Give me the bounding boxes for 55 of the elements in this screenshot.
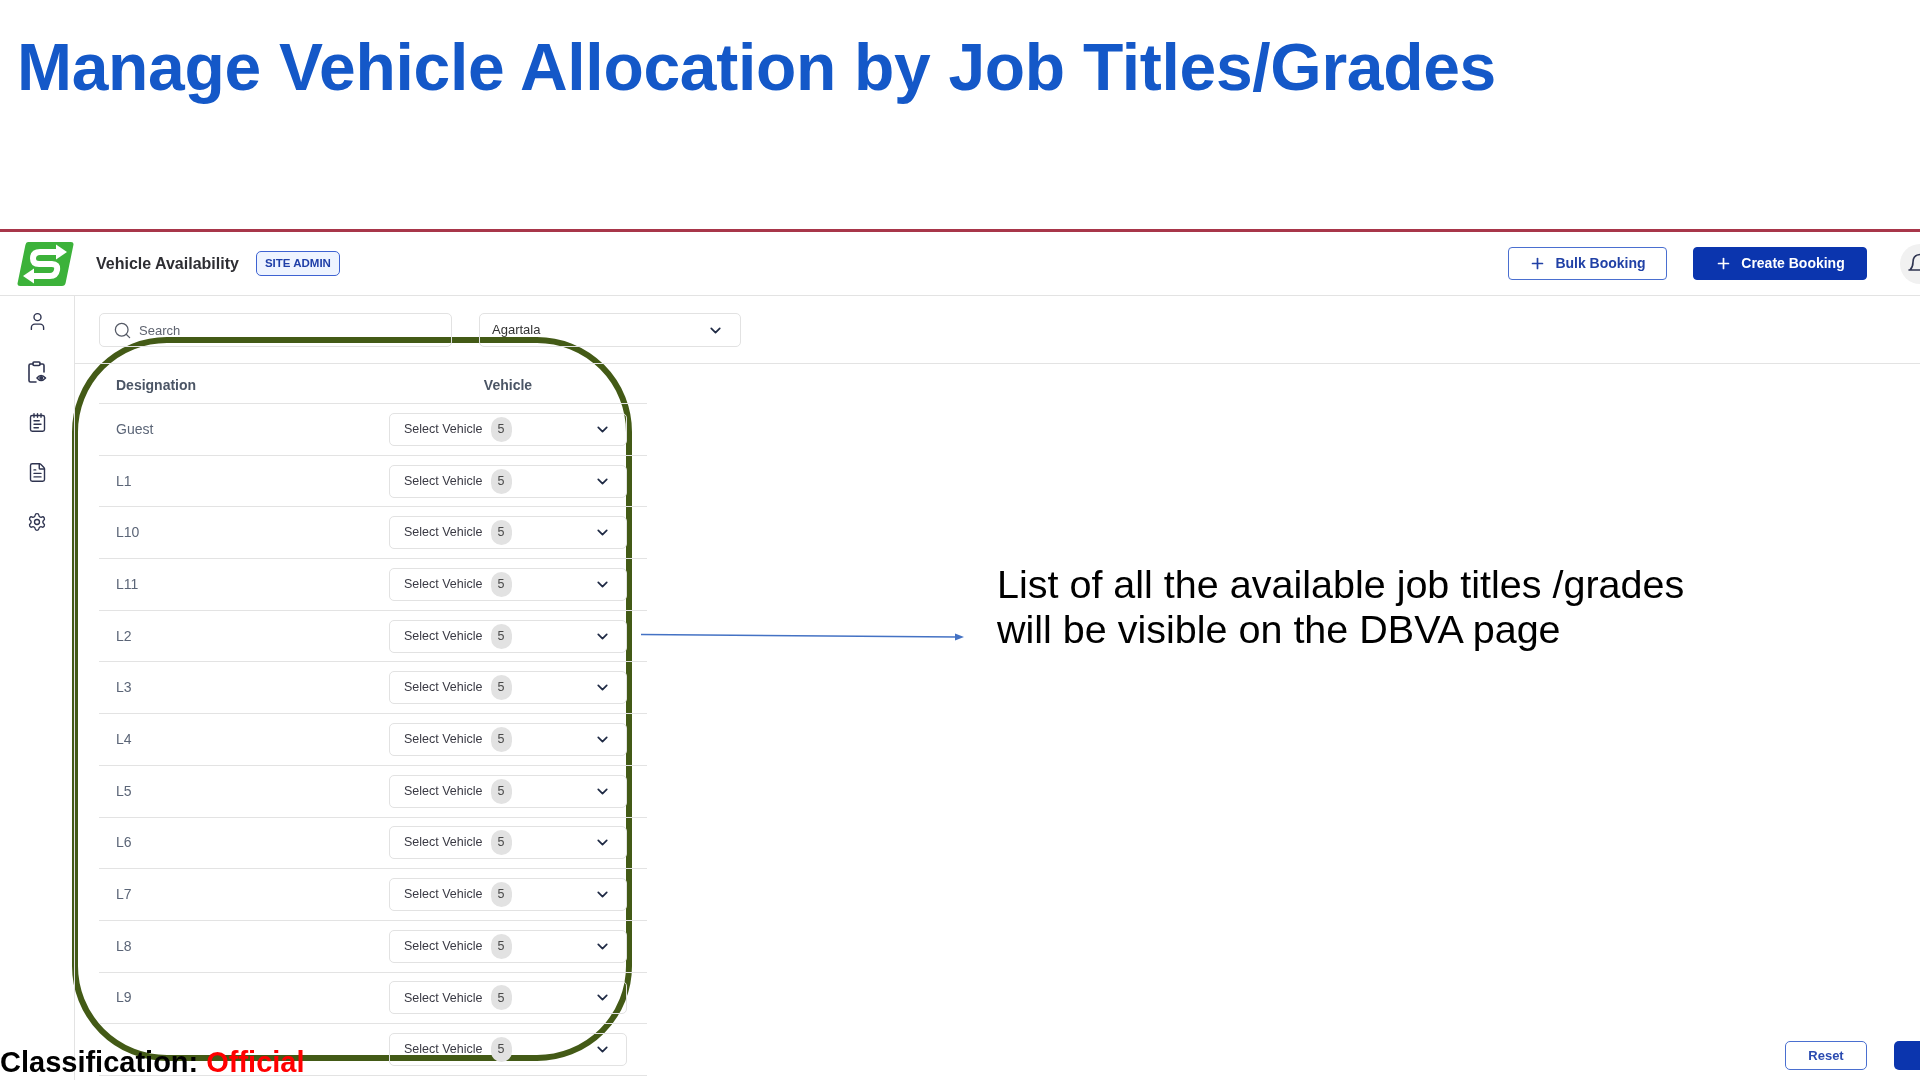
search-icon	[113, 321, 132, 340]
vehicle-select[interactable]: Select Vehicle 5	[389, 878, 627, 912]
count-badge: 5	[490, 882, 512, 908]
count-badge: 5	[490, 623, 512, 649]
designation-cell-text: L7	[115, 885, 132, 905]
page-title: Vehicle Availability	[96, 253, 239, 274]
designation-cell-text: L3	[115, 678, 132, 698]
count-badge: 5	[490, 416, 512, 442]
vehicle-select[interactable]: Select Vehicle 5	[389, 722, 627, 756]
search-field[interactable]: Search	[99, 313, 452, 347]
designation-cell-text: L5	[115, 781, 132, 801]
location-dropdown[interactable]: Agartala	[479, 313, 741, 347]
vehicle-select[interactable]: Select Vehicle 5	[389, 981, 627, 1015]
designation-cell-text: Guest	[115, 419, 154, 439]
clipboard-eye-icon[interactable]	[27, 361, 47, 383]
role-badge: SITE ADMIN	[255, 251, 340, 276]
count-badge: 5	[490, 468, 512, 494]
primary-action-button[interactable]: Create Booking	[1693, 247, 1867, 280]
designation-cell-text: L10	[115, 523, 140, 543]
classification-label: Classification:	[0, 1048, 199, 1077]
designation-cell-text: L1	[115, 471, 132, 491]
vehicle-select[interactable]: Select Vehicle 5	[389, 567, 627, 601]
designation-cell-text: L2	[115, 626, 132, 646]
slide-title: Manage Vehicle Allocation by Job Titles/Grades	[17, 29, 1496, 105]
vehicle-select[interactable]: Select Vehicle 5	[389, 826, 627, 860]
count-badge: 5	[490, 1037, 512, 1063]
vehicle-select[interactable]: Select Vehicle 5	[389, 929, 627, 963]
vehicle-select[interactable]: Select Vehicle 5	[389, 516, 627, 550]
notification-bell-icon[interactable]	[1900, 243, 1920, 284]
vehicle-select[interactable]: Select Vehicle 5	[389, 1033, 627, 1067]
count-badge: 5	[490, 520, 512, 546]
count-badge: 5	[490, 726, 512, 752]
designation-cell-text: L11	[115, 574, 139, 594]
vehicle-select[interactable]: Select Vehicle 5	[389, 464, 627, 498]
designation-cell-text: L8	[115, 936, 132, 956]
vehicle-select[interactable]: Select Vehicle 5	[389, 619, 627, 653]
designation-cell-text: L4	[115, 729, 132, 749]
column-header: Designation	[115, 375, 197, 395]
vehicle-select[interactable]: Select Vehicle 5	[389, 671, 627, 705]
count-badge: 5	[490, 675, 512, 701]
count-badge: 5	[490, 571, 512, 597]
count-badge: 5	[490, 778, 512, 804]
designation-cell-text: L6	[115, 833, 132, 853]
count-badge: 5	[490, 830, 512, 856]
bulk-action-button[interactable]: Bulk Booking	[1508, 247, 1667, 280]
designation-cell-text: L9	[115, 988, 132, 1008]
vehicle-select[interactable]: Select Vehicle 5	[389, 412, 627, 446]
logo-icon	[17, 240, 74, 287]
settings-icon[interactable]	[27, 512, 47, 532]
vehicle-select[interactable]: Select Vehicle 5	[389, 774, 627, 808]
count-badge: 5	[490, 933, 512, 959]
reset-button[interactable]: Reset	[1785, 1041, 1867, 1070]
callout-text: List of all the available job titles /grades will be visible on the DBVA page	[997, 562, 1685, 652]
count-badge: 5	[490, 985, 512, 1011]
column-header: Vehicle	[483, 375, 533, 395]
